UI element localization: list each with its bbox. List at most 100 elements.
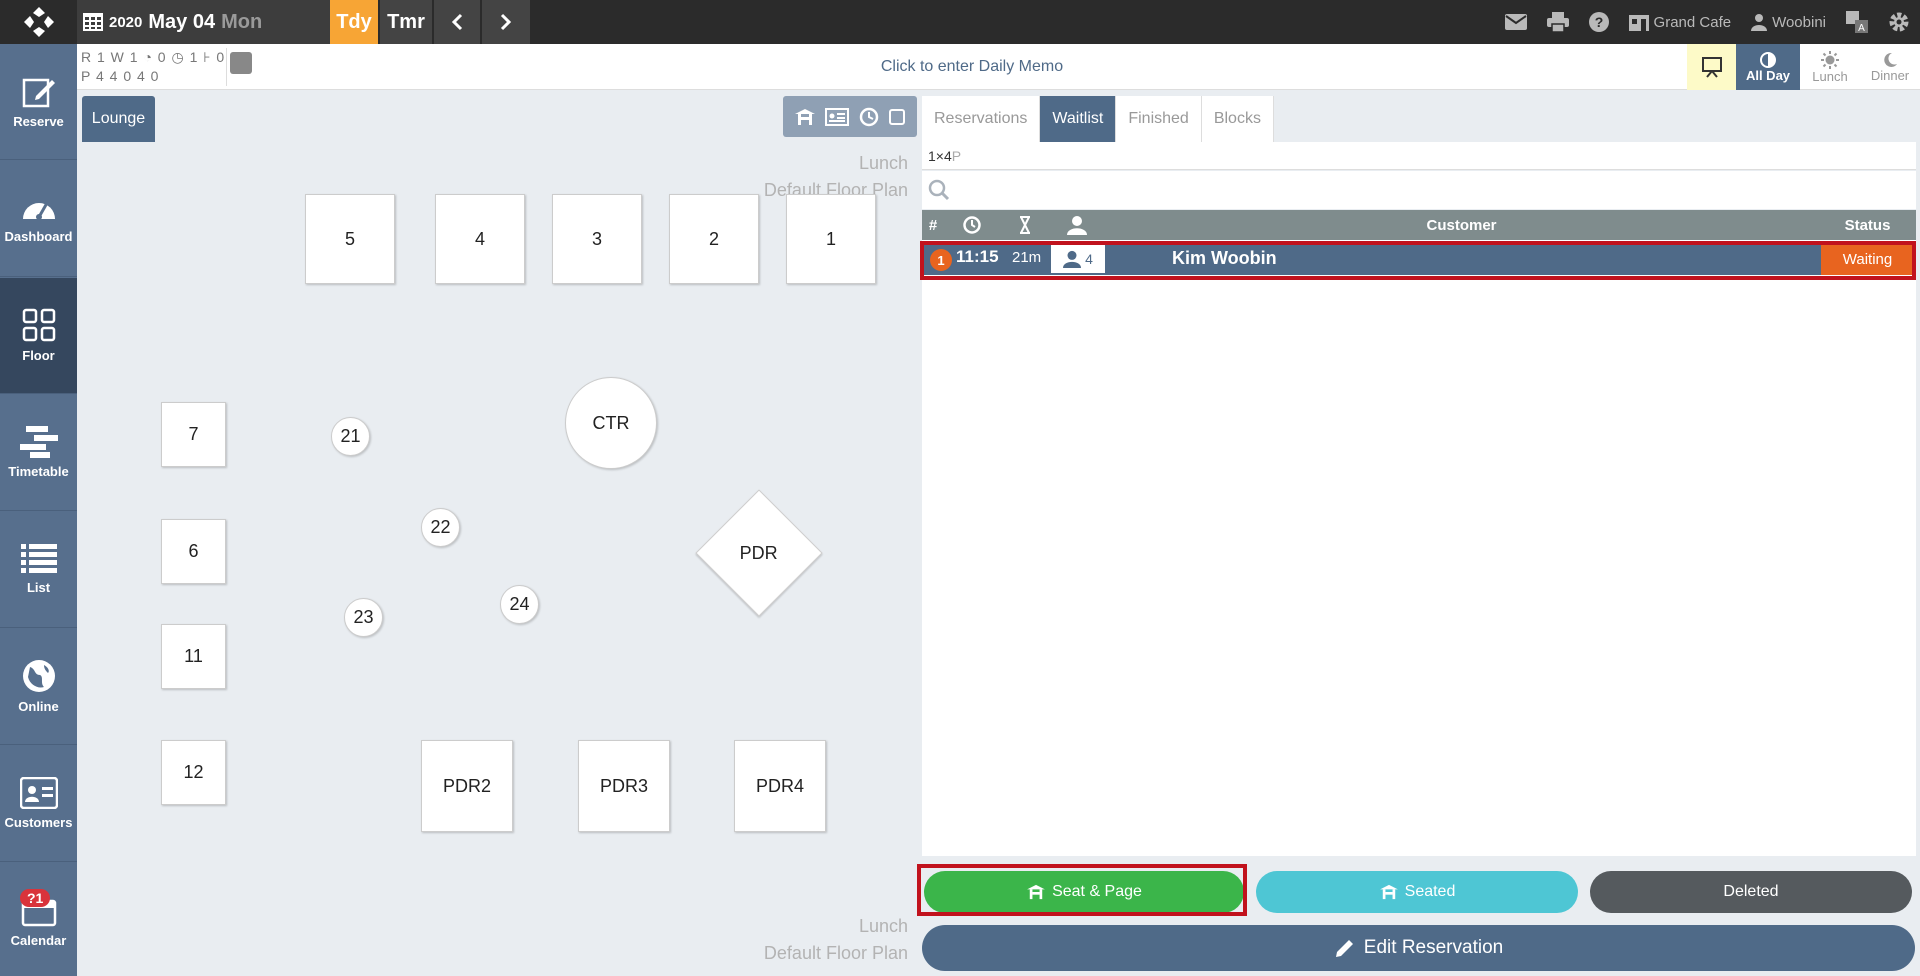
tab-reservations[interactable]: Reservations [922,96,1041,142]
floor-plan-label: Default Floor Plan [763,943,908,963]
top-bar: 2020 May 04 Mon Tdy Tmr ? Grand Cafe Woo… [0,0,1920,44]
floor-view-tools [783,96,917,137]
table-1[interactable]: 1 [786,194,876,284]
search-input[interactable] [958,175,1858,205]
print-button[interactable] [1546,12,1569,32]
tomorrow-button[interactable]: Tmr [380,0,432,44]
date-picker[interactable]: 2020 May 04 Mon [77,0,330,44]
timetable-icon [19,426,58,458]
table-23[interactable]: 23 [344,598,383,637]
sidebar-item-floor[interactable]: Floor [0,278,77,394]
today-button[interactable]: Tdy [330,0,378,44]
mail-button[interactable] [1504,14,1527,30]
next-day-button[interactable] [482,0,530,44]
table-12[interactable]: 12 [161,740,226,805]
floor-plan-area: Lounge Lunch Default Floor Plan 5 4 3 2 … [82,96,918,976]
floor-footer-labels: Lunch Default Floor Plan [764,913,908,967]
table-seat-icon[interactable] [794,108,816,126]
deleted-button[interactable]: Deleted [1590,871,1912,913]
summary-count: 1×4 [928,148,952,164]
table-24[interactable]: 24 [500,585,539,624]
status-badge[interactable]: Waiting [1821,243,1914,275]
table-3[interactable]: 3 [552,194,642,284]
sidebar-item-online[interactable]: Online [0,629,77,745]
table-11[interactable]: 11 [161,624,226,689]
table-pdr[interactable]: PDR [695,489,823,617]
meal-dinner[interactable]: Dinner [1860,44,1920,90]
table-6[interactable]: 6 [161,519,226,584]
square-view-icon[interactable] [888,108,906,126]
pencil-icon [1335,940,1353,957]
reservation-panel: Reservations Waitlist Finished Blocks 1×… [917,96,1920,976]
table-pdr4[interactable]: PDR4 [734,740,826,832]
seat-and-page-button[interactable]: Seat & Page [924,871,1244,913]
edit-reservation-button[interactable]: Edit Reservation [922,925,1915,971]
sidebar-item-dashboard[interactable]: Dashboard [0,161,77,277]
meal-all-day[interactable]: All Day [1736,44,1800,90]
clock-view-icon[interactable] [859,107,879,127]
sidebar-item-label: Dashboard [4,229,73,244]
button-label: Edit Reservation [1363,937,1504,958]
venue-selector[interactable]: Grand Cafe [1628,13,1732,31]
sidebar-item-customers[interactable]: Customers [0,746,77,862]
mail-icon [1504,14,1527,30]
sidebar-item-reserve[interactable]: Reserve [0,44,77,160]
table-pdr2[interactable]: PDR2 [421,740,513,832]
table-seat-icon [1027,884,1045,900]
settings-button[interactable] [1888,11,1910,33]
table-pdr3[interactable]: PDR3 [578,740,670,832]
date-month-day: May 04 [148,10,216,33]
row-time: 11:15 [956,247,999,266]
sidebar-item-label: Online [18,699,59,714]
user-menu[interactable]: Woobini [1751,13,1826,31]
col-wait [1000,210,1050,240]
store-icon [1628,15,1649,31]
presentation-icon [1701,57,1722,78]
floor-canvas: Lunch Default Floor Plan 5 4 3 2 1 7 6 1… [82,142,918,976]
gauge-icon [22,202,55,220]
table-seat-icon [1379,884,1398,900]
button-label: Deleted [1723,883,1779,900]
meal-label: All Day [1745,67,1791,83]
card-view-icon[interactable] [825,107,850,126]
list-icon [20,544,57,573]
venue-name: Grand Cafe [1653,13,1732,31]
row-wait: 21m [1012,249,1042,266]
table-21[interactable]: 21 [331,417,370,456]
hourglass-icon [1020,216,1030,234]
help-button[interactable]: ? [1588,12,1609,32]
party-count: 4 [1085,250,1093,267]
seated-button[interactable]: Seated [1256,871,1578,913]
table-22[interactable]: 22 [421,508,460,547]
sidebar-item-timetable[interactable]: Timetable [0,395,77,511]
button-label: Seated [1404,883,1456,900]
meal-lunch[interactable]: Lunch [1800,44,1860,90]
table-2[interactable]: 2 [669,194,759,284]
tab-blocks[interactable]: Blocks [1201,96,1274,142]
edit-icon [22,78,55,108]
sidebar-item-calendar[interactable]: Calendar ?1 [0,863,77,976]
meal-label: Lunch [1812,68,1848,84]
table-row[interactable]: 1 11:15 21m 4 Kim Woobin Waiting [924,243,1914,275]
table-4[interactable]: 4 [435,194,525,284]
language-button[interactable]: A [1846,11,1868,33]
daily-memo[interactable]: Click to enter Daily Memo [77,58,1867,76]
tab-finished[interactable]: Finished [1116,96,1202,142]
gear-icon [1889,12,1909,32]
row-number: 1 [930,249,952,271]
table-7[interactable]: 7 [161,402,226,467]
help-icon: ? [1588,12,1609,32]
table-5[interactable]: 5 [305,194,395,284]
tab-lounge[interactable]: Lounge [82,96,155,142]
search-icon [928,179,950,201]
sidebar-item-label: Reserve [13,114,64,129]
sidebar-item-list[interactable]: List [0,512,77,628]
app-logo[interactable] [0,0,77,44]
presentation-button[interactable] [1687,44,1736,90]
top-right-tools: ? Grand Cafe Woobini A [1504,0,1920,44]
table-ctr[interactable]: CTR [565,377,657,469]
prev-day-button[interactable] [434,0,480,44]
tab-waitlist[interactable]: Waitlist [1040,96,1117,142]
svg-text:A: A [1858,23,1865,33]
grid-icon [22,308,55,342]
